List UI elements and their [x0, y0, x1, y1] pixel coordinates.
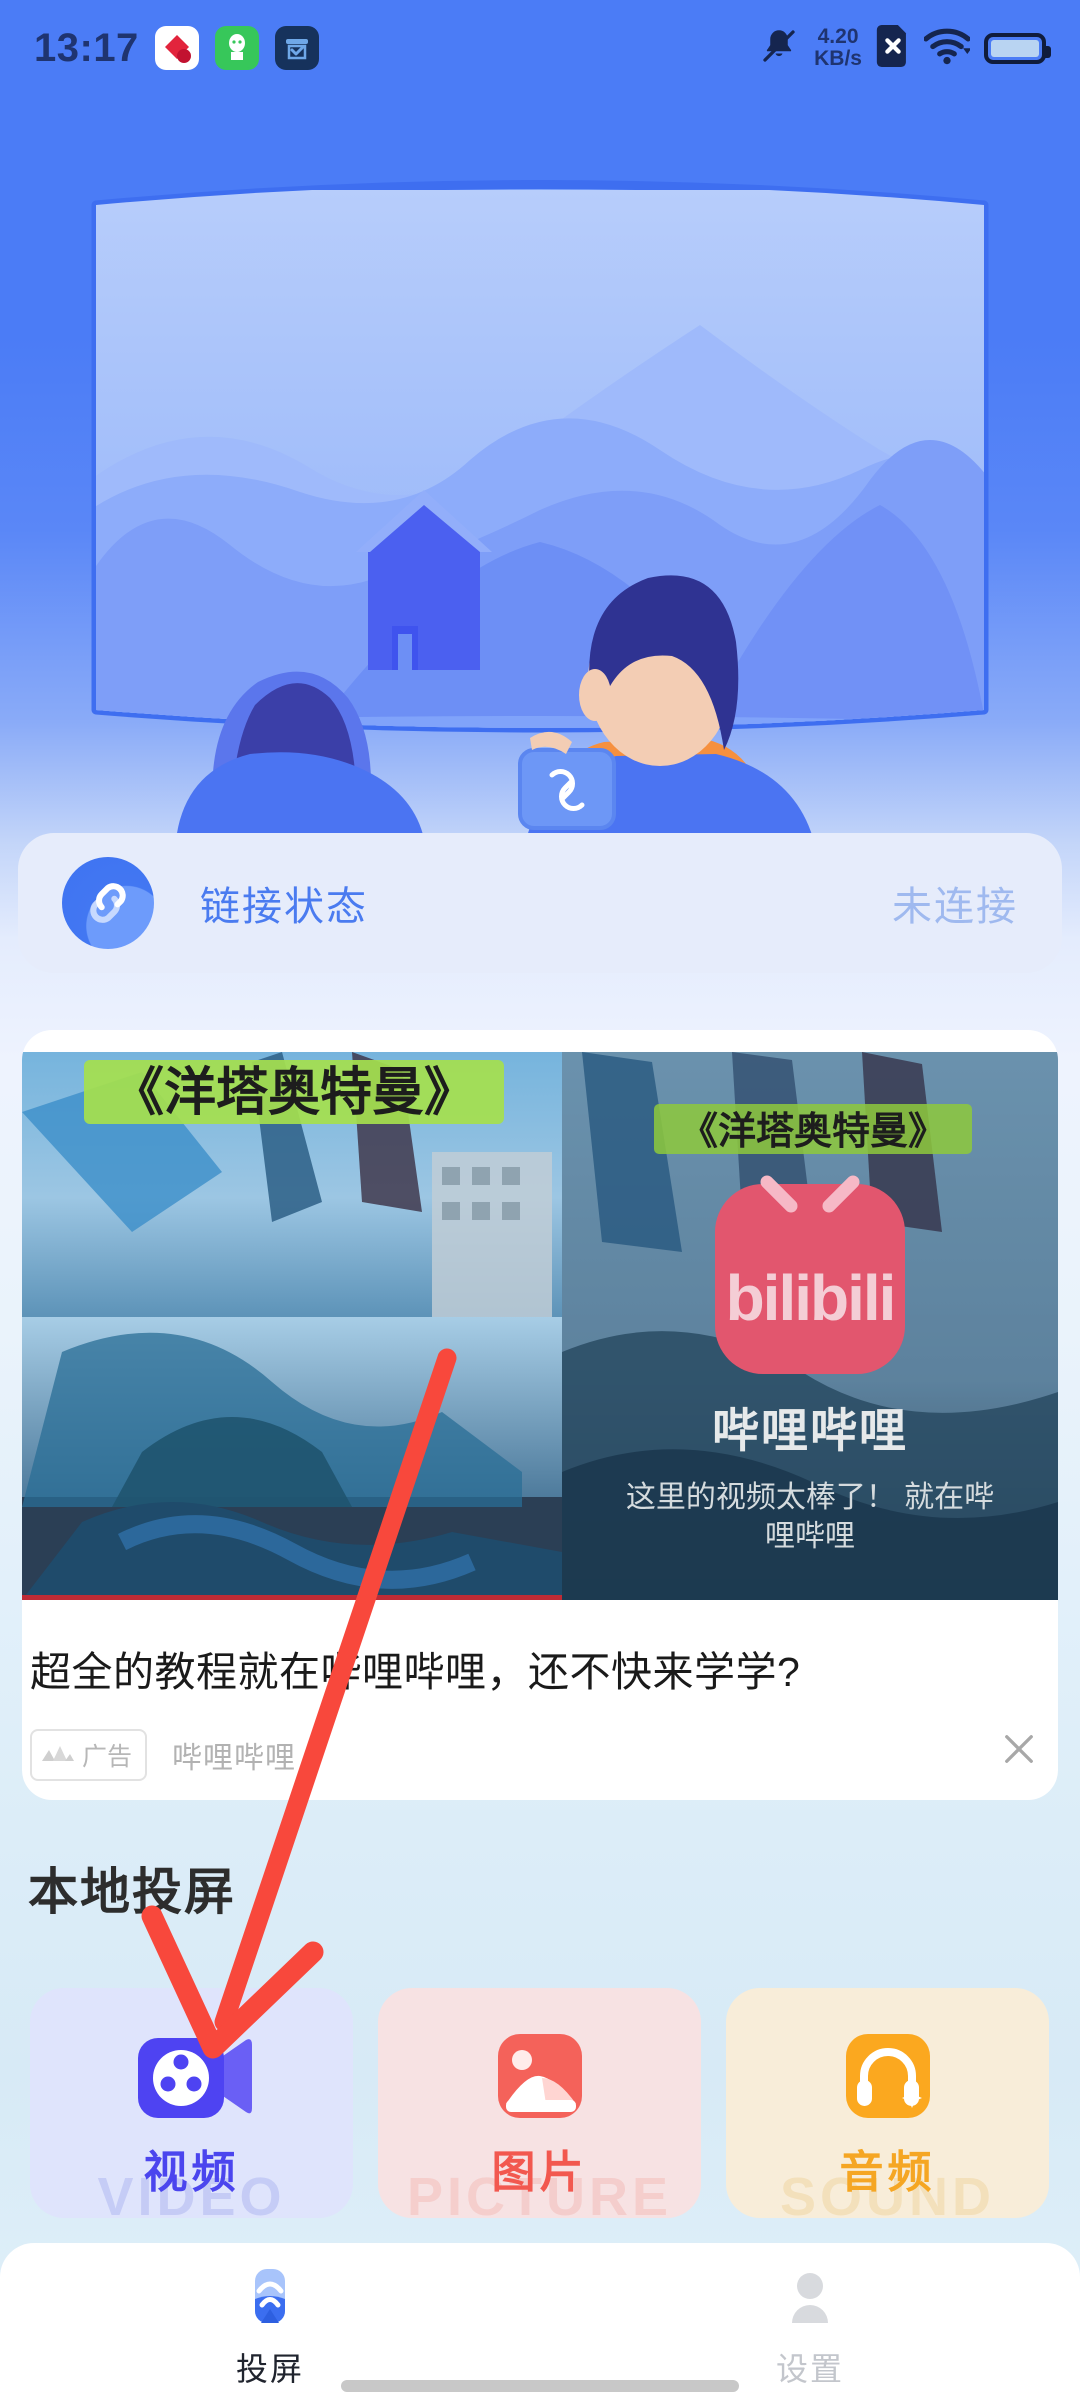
ad-image-left: 《洋塔奥特曼》 — [22, 1052, 562, 1600]
chain-link-icon — [62, 857, 154, 949]
cast-card-picture[interactable]: PICTURE 图片 — [378, 1988, 701, 2218]
nav-item-settings-label: 设置 — [775, 2351, 844, 2387]
ad-brand-tagline-1: 这里的视频太棒了！ 就在哔 — [626, 1481, 994, 1514]
battery-icon — [984, 32, 1051, 64]
ad-overlay-title-left: 《洋塔奥特曼》 — [112, 1064, 476, 1122]
network-speed: 4.20 KB/s — [814, 25, 862, 70]
video-camera-icon — [132, 2022, 252, 2130]
status-bar: 13:17 4.20 KB/s — [0, 0, 1080, 96]
page-title: 本地投屏 — [28, 1864, 236, 1920]
local-cast-card-grid: VIDEO 视频 PICTURE 图片 SOUND 音频 — [30, 1988, 1050, 2218]
ad-image-right: 《洋塔奥特曼》 bilibili 哔哩哔哩 这里的视频太棒了！ 就在哔 哩哔哩 — [562, 1052, 1058, 1600]
link-status-card[interactable]: 链接状态 未连接 — [18, 833, 1062, 973]
cast-card-picture-label: 图片 — [491, 2148, 588, 2197]
link-status-label: 链接状态 — [200, 885, 368, 929]
cast-icon — [239, 2265, 301, 2332]
ad-badge-label: 广告 — [82, 1743, 133, 1771]
headphones-icon — [828, 2022, 948, 2130]
ad-overlay-title-right: 《洋塔奥特曼》 — [680, 1111, 946, 1153]
status-bar-left: 13:17 — [34, 26, 319, 71]
cast-card-audio[interactable]: SOUND 音频 — [726, 1988, 1049, 2218]
cast-card-video-label: 视频 — [143, 2148, 240, 2197]
ad-close-button[interactable] — [988, 1718, 1050, 1780]
status-bar-right: 4.20 KB/s — [758, 24, 1051, 72]
cast-card-video[interactable]: VIDEO 视频 — [30, 1988, 353, 2218]
clock: 13:17 — [34, 25, 139, 70]
ad-source: 哔哩哔哩 — [172, 1742, 297, 1775]
ad-badge: 广告 — [30, 1729, 148, 1781]
home-indicator[interactable] — [341, 2380, 739, 2392]
cast-card-audio-label: 音频 — [839, 2148, 936, 2197]
wifi-icon — [923, 26, 972, 71]
notes-icon — [274, 26, 319, 70]
person-icon — [779, 2265, 841, 2332]
nav-item-cast-label: 投屏 — [235, 2351, 304, 2387]
sim-card-disabled-icon — [876, 24, 910, 72]
kuaishou-icon — [154, 26, 199, 70]
ad-brand-name: 哔哩哔哩 — [712, 1404, 908, 1457]
link-status-value: 未连接 — [892, 885, 1018, 929]
alipay-icon — [214, 26, 259, 70]
app-screen: 13:17 4.20 KB/s 链接状态 未连接 《洋塔奥特曼》 《洋塔奥特曼》… — [0, 0, 1080, 2408]
ad-thumbnail-group: 《洋塔奥特曼》 《洋塔奥特曼》 bilibili 哔哩哔哩 这里的视频太棒了！ … — [22, 1052, 1058, 1600]
bell-muted-icon — [758, 25, 800, 72]
picture-image-icon — [480, 2022, 600, 2130]
ad-title: 超全的教程就在哔哩哔哩，还不快来学学? — [30, 1649, 801, 1695]
bilibili-logo-text: bilibili — [726, 1262, 895, 1334]
ad-footer: 广告 哔哩哔哩 — [30, 1720, 1030, 1790]
ad-brand-tagline-2: 哩哔哩 — [765, 1520, 855, 1553]
ad-mountain-icon — [41, 1741, 75, 1770]
hero-illustration — [0, 150, 1080, 850]
bottom-navigation: 投屏 设置 — [0, 2243, 1080, 2408]
